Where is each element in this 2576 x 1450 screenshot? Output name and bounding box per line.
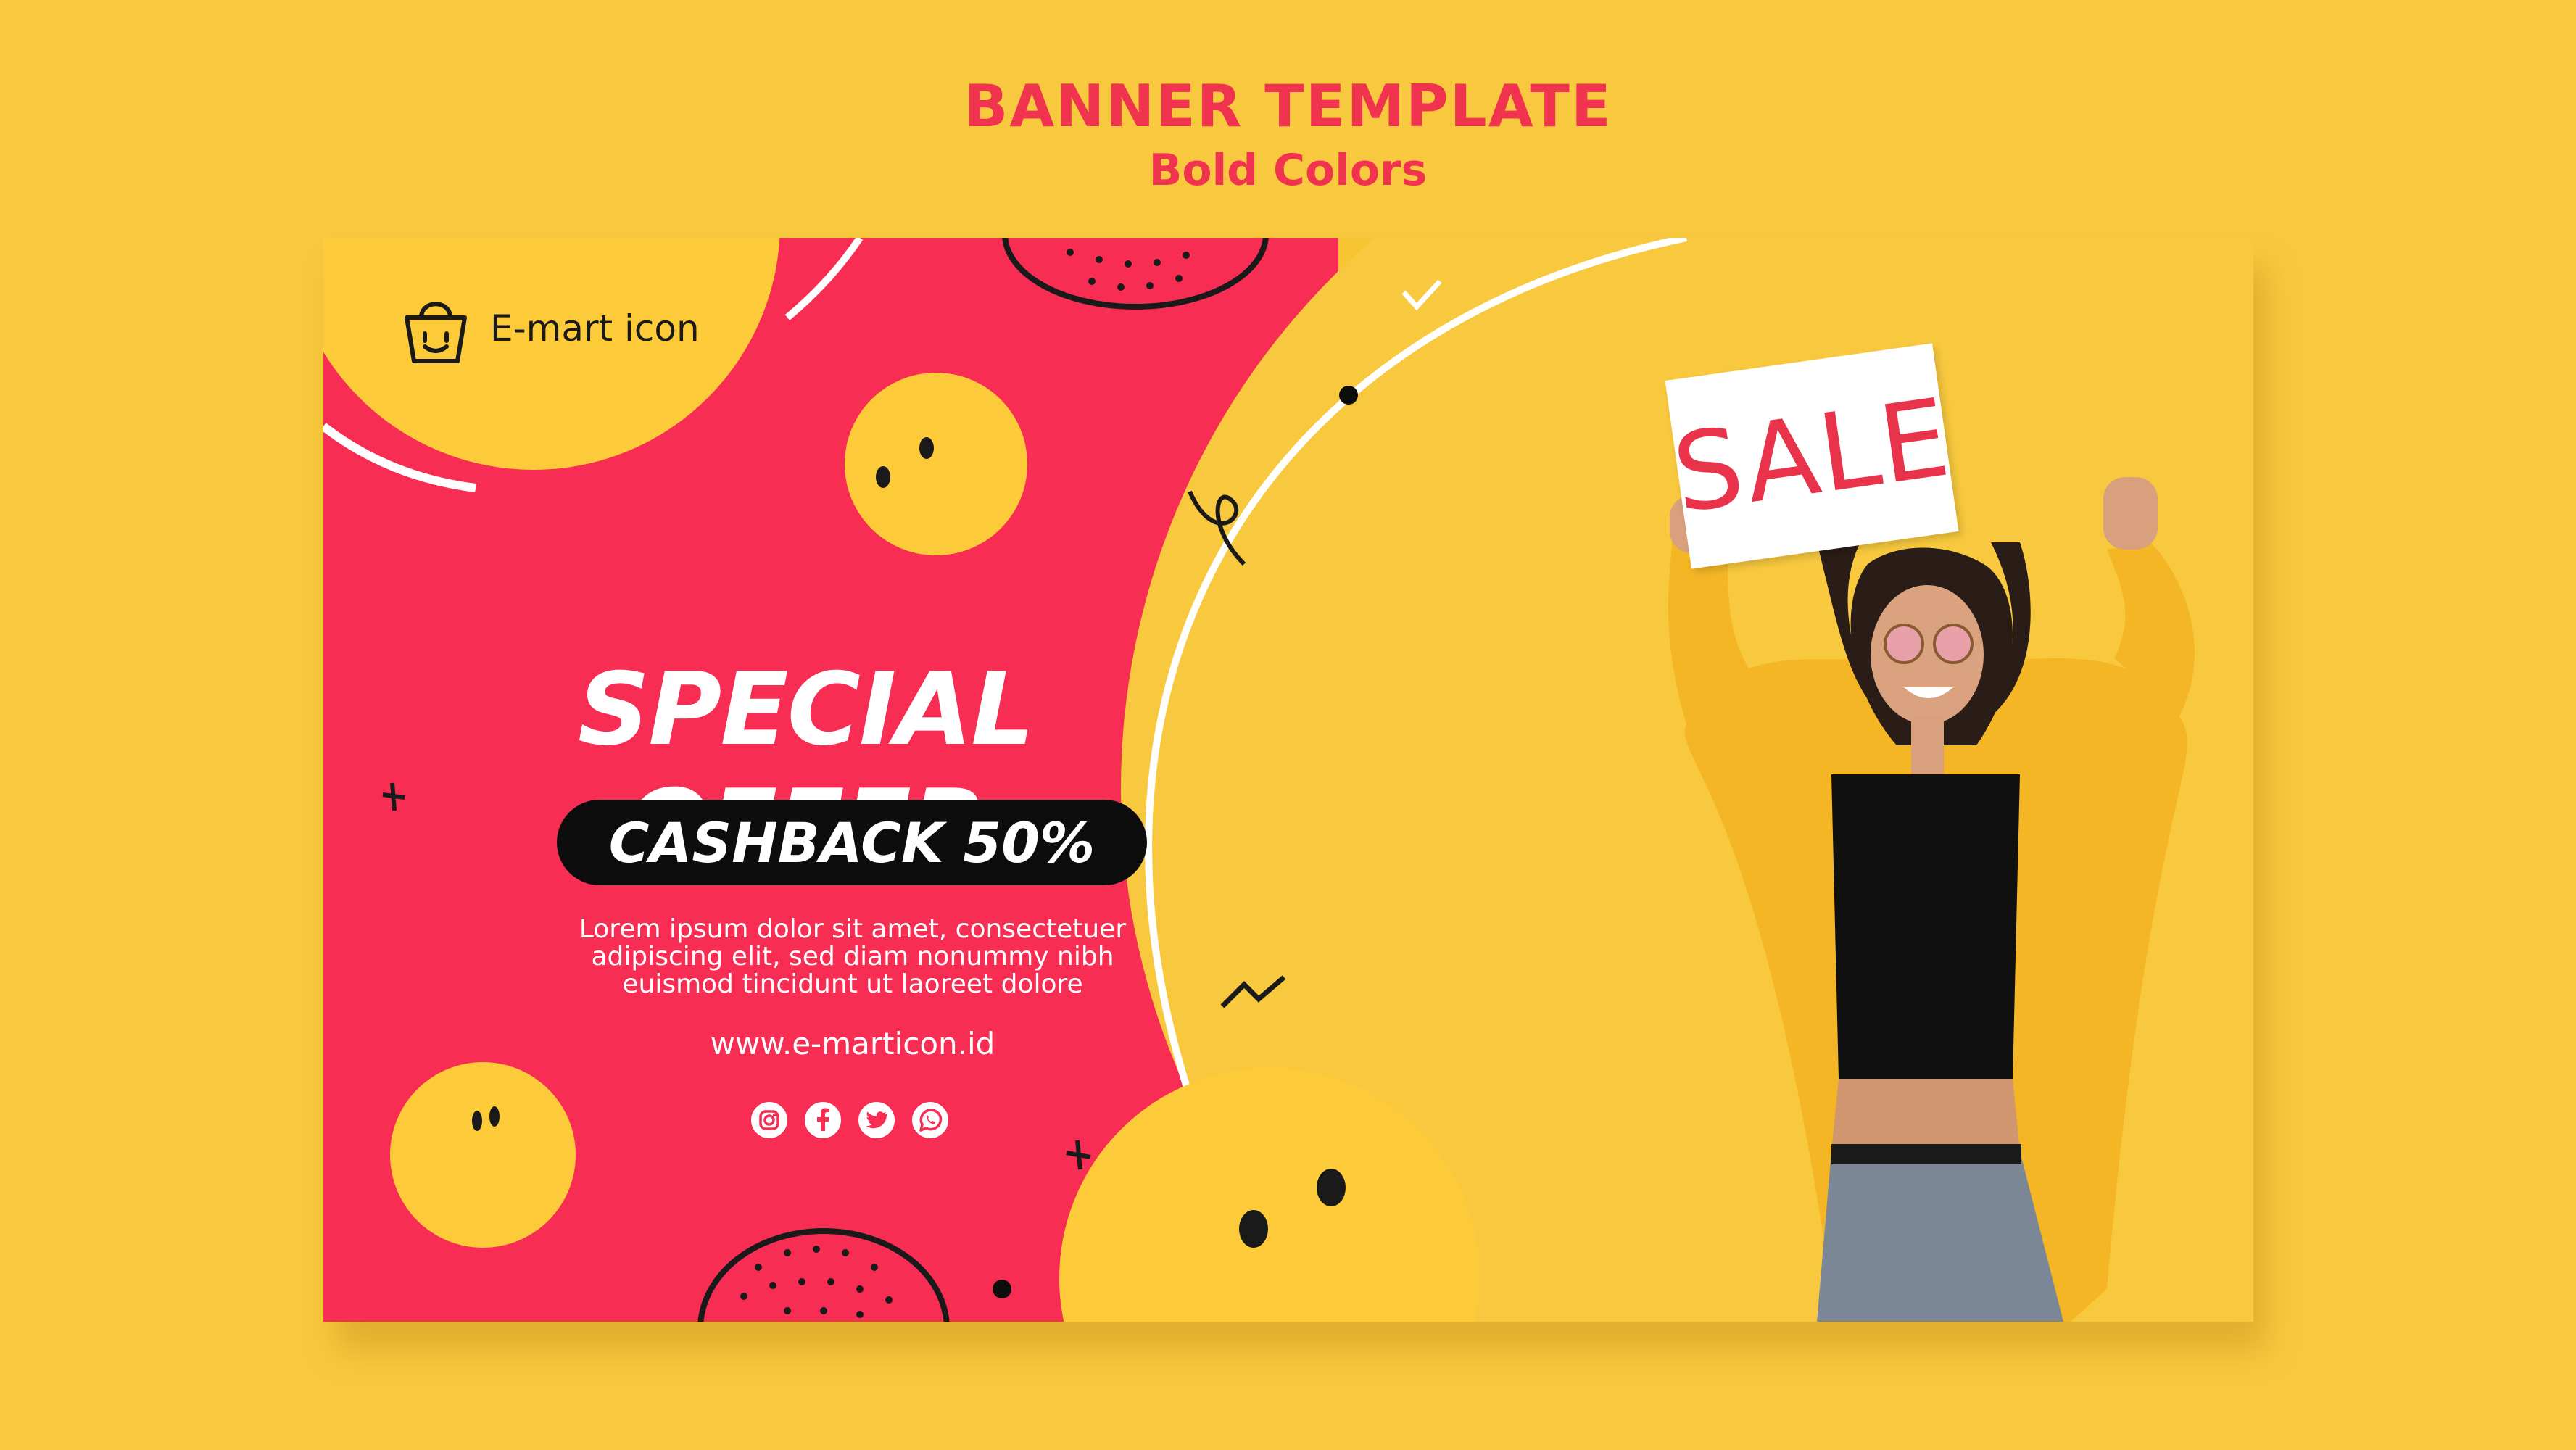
plus-doodle bbox=[1066, 1140, 1091, 1170]
sale-sign: SALE bbox=[1665, 343, 1959, 569]
smiley-face-icon bbox=[845, 373, 1027, 555]
brand-name: E-mart icon bbox=[490, 307, 700, 349]
banner: E-mart icon SPECIAL OFFER CASHBACK 50% L… bbox=[323, 238, 2253, 1322]
whatsapp-icon[interactable] bbox=[912, 1102, 948, 1138]
dotted-oval-decoration bbox=[697, 1228, 950, 1322]
description-line: euismod tincidunt ut laoreet dolore bbox=[622, 969, 1083, 999]
social-links bbox=[751, 1102, 948, 1138]
facebook-icon[interactable] bbox=[805, 1102, 841, 1138]
dot-doodle bbox=[1339, 386, 1358, 405]
sale-sign-text: SALE bbox=[1665, 375, 1958, 537]
twitter-icon[interactable] bbox=[858, 1102, 895, 1138]
description-line: Lorem ipsum dolor sit amet, consectetuer bbox=[579, 914, 1127, 944]
swoosh-line bbox=[784, 238, 864, 320]
instagram-icon[interactable] bbox=[751, 1102, 787, 1138]
page-title: BANNER TEMPLATE bbox=[964, 72, 1612, 140]
page-subtitle: Bold Colors bbox=[1148, 145, 1428, 196]
dot-doodle bbox=[993, 1280, 1011, 1298]
dotted-oval-decoration bbox=[1002, 238, 1269, 310]
description-line: adipiscing elit, sed diam nonummy nibh bbox=[591, 942, 1114, 972]
website-link[interactable]: www.e-marticon.id bbox=[613, 1026, 1092, 1061]
cashback-pill[interactable]: CASHBACK 50% bbox=[557, 800, 1147, 885]
brand-logo[interactable]: E-mart icon bbox=[396, 289, 700, 368]
smiley-face-icon bbox=[390, 1062, 576, 1248]
description: Lorem ipsum dolor sit amet, consectetuer… bbox=[505, 916, 1201, 998]
shopping-bag-icon bbox=[396, 289, 476, 368]
